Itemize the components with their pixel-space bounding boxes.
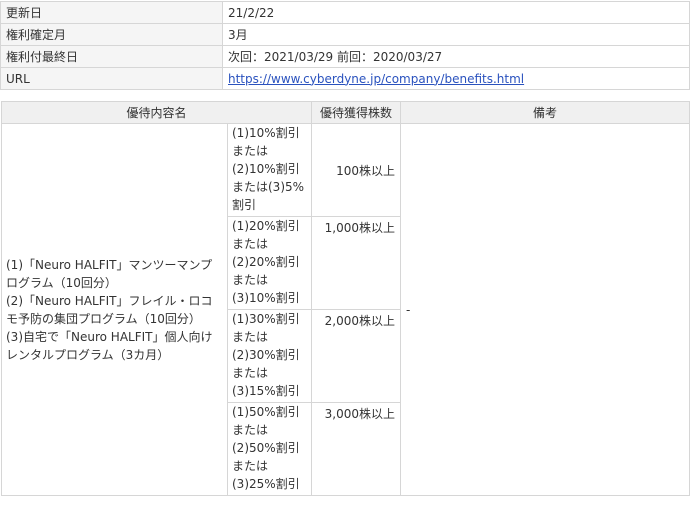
header-content: 優待内容名: [0, 101, 313, 124]
tier-shares: 100株以上: [311, 123, 402, 217]
tier-row: (1)「Neuro HALFIT」マンツーマンプログラム（10回分） (2)「N…: [1, 123, 690, 496]
condition-line: または: [232, 273, 269, 287]
tier-condition: (1)50%割引 または (2)50%割引 または (3)25%割引: [226, 402, 313, 496]
tier-condition: (1)20%割引 または (2)20%割引 または (3)10%割引: [226, 216, 313, 310]
last-day-value: 次回：2021/03/29 前回：2020/03/27: [222, 45, 690, 68]
condition-line: (2)10%割引: [232, 162, 300, 176]
condition-line: または: [232, 423, 269, 437]
tier-shares: 2,000株以上: [311, 309, 402, 403]
benefit-content-cell: (1)「Neuro HALFIT」マンツーマンプログラム（10回分） (2)「N…: [1, 123, 228, 496]
condition-line: (2)20%割引: [232, 255, 300, 269]
condition-line: (1)20%割引: [232, 219, 300, 233]
last-day-label: 権利付最終日: [0, 45, 223, 68]
record-month-value: 3月: [222, 23, 690, 46]
condition-line: (2)50%割引: [232, 441, 300, 455]
tier-shares: 3,000株以上: [311, 402, 402, 496]
condition-line: (1)10%割引: [232, 126, 300, 140]
info-table: 更新日 21/2/22 権利確定月 3月 権利付最終日 次回：2021/03/2…: [0, 1, 690, 90]
condition-line: (1)30%割引: [232, 312, 300, 326]
condition-line: (3)15%割引: [232, 384, 300, 398]
info-row-url: URL https://www.cyberdyne.jp/company/ben…: [0, 67, 690, 90]
header-note: 備考: [400, 101, 690, 124]
condition-line: または: [232, 459, 269, 473]
tier-condition: (1)10%割引 または (2)10%割引 または(3)5% 割引: [226, 123, 313, 217]
tier-shares: 1,000株以上: [311, 216, 402, 310]
condition-line: (3)10%割引: [232, 291, 300, 305]
condition-line: または: [232, 366, 269, 380]
benefit-content-line: (2)「Neuro HALFIT」フレイル・ロコモ予防の集団プログラム（10回分…: [6, 293, 213, 326]
note-cell: -: [400, 123, 690, 496]
info-row-last-day: 権利付最終日 次回：2021/03/29 前回：2020/03/27: [0, 45, 690, 68]
condition-line: または: [232, 330, 269, 344]
condition-line: (1)50%割引: [232, 405, 300, 419]
url-cell: https://www.cyberdyne.jp/company/benefit…: [222, 67, 690, 90]
benefits-table: 優待内容名 優待獲得株数 備考 (1)「Neuro HALFIT」マンツーマンプ…: [0, 101, 690, 496]
url-label: URL: [0, 67, 223, 90]
condition-line: または(3)5%: [232, 180, 305, 194]
condition-line: (3)25%割引: [232, 477, 300, 491]
info-row-updated: 更新日 21/2/22: [0, 1, 690, 24]
condition-line: または: [232, 144, 269, 158]
condition-line: (2)30%割引: [232, 348, 300, 362]
updated-value: 21/2/22: [222, 1, 690, 24]
tier-condition: (1)30%割引 または (2)30%割引 または (3)15%割引: [226, 309, 313, 403]
condition-line: 割引: [232, 198, 257, 212]
benefits-header-row: 優待内容名 優待獲得株数 備考: [0, 101, 690, 124]
benefit-content-line: (1)「Neuro HALFIT」マンツーマンプログラム（10回分）: [6, 257, 213, 290]
condition-line: または: [232, 237, 269, 251]
benefit-content-line: (3)自宅で「Neuro HALFIT」個人向けレンタルプログラム（3カ月）: [6, 329, 213, 362]
benefits-url-link[interactable]: https://www.cyberdyne.jp/company/benefit…: [228, 72, 524, 86]
header-shares: 優待獲得株数: [311, 101, 402, 124]
updated-label: 更新日: [0, 1, 223, 24]
info-row-record-month: 権利確定月 3月: [0, 23, 690, 46]
record-month-label: 権利確定月: [0, 23, 223, 46]
